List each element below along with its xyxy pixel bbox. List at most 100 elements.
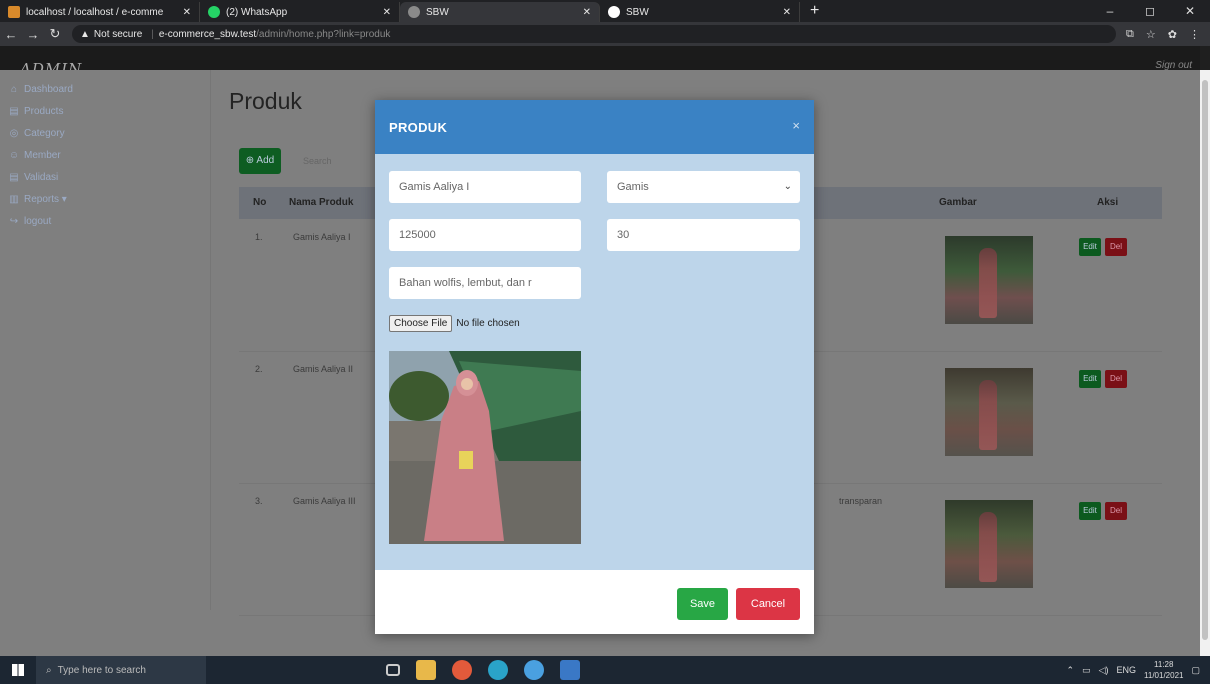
sidebar: ⌂ Dashboard ▤ Products ◎ Category ☺ Memb… [0, 70, 211, 610]
row-no: 2. [255, 364, 263, 374]
sidebar-item-member[interactable]: ☺ Member [0, 144, 210, 166]
address-bar-row: ← → ↻ ▲ Not secure | e-commerce_sbw.test… [0, 22, 1210, 46]
choose-file-button[interactable]: Choose File [389, 315, 453, 332]
network-icon[interactable]: ▭ [1082, 665, 1091, 676]
modal-header: PRODUK × [375, 100, 814, 154]
col-gambar: Gambar [939, 197, 977, 208]
chrome-icon[interactable] [452, 660, 472, 680]
description-input[interactable]: Bahan wolfis, lembut, dan r [389, 267, 581, 299]
translate-icon[interactable]: ⧉ [1126, 28, 1134, 41]
close-tab-icon[interactable]: ✕ [583, 7, 591, 18]
save-button[interactable]: Save [677, 588, 728, 620]
maximize-button[interactable]: ◻ [1130, 0, 1170, 22]
notification-icon[interactable]: ▢ [1191, 665, 1200, 676]
browser-icon[interactable] [524, 660, 544, 680]
stock-input[interactable]: 30 [607, 219, 800, 251]
close-tab-icon[interactable]: ✕ [783, 7, 791, 18]
col-no: No [253, 197, 267, 208]
taskbar-search[interactable]: ⌕ Type here to search [36, 656, 206, 684]
tab-title: SBW [626, 6, 649, 18]
sidebar-item-logout[interactable]: ↪ logout [0, 210, 210, 232]
row-name: Gamis Aaliya II [293, 364, 354, 374]
price-input[interactable]: 125000 [389, 219, 581, 251]
tab-phpmyadmin[interactable]: localhost / localhost / e-comme ✕ [0, 2, 200, 22]
minimize-button[interactable]: – [1090, 0, 1130, 22]
reload-icon[interactable]: ↻ [44, 26, 66, 42]
delete-button[interactable]: Del [1105, 370, 1127, 388]
search-icon: ⌕ [46, 664, 52, 676]
file-status-text: No file chosen [456, 318, 520, 329]
bookmark-star-icon[interactable]: ☆ [1146, 28, 1156, 41]
sidebar-item-dashboard[interactable]: ⌂ Dashboard [0, 78, 210, 100]
delete-button[interactable]: Del [1105, 502, 1127, 520]
scrollbar-thumb[interactable] [1202, 80, 1208, 640]
speaker-icon[interactable]: ◁) [1099, 665, 1109, 676]
edit-button[interactable]: Edit [1079, 238, 1101, 256]
search-input[interactable]: Search [303, 148, 383, 174]
file-explorer-icon[interactable] [416, 660, 436, 680]
edit-button[interactable]: Edit [1079, 370, 1101, 388]
chevron-up-icon[interactable]: ⌃ [1067, 665, 1075, 676]
loading-icon [408, 6, 420, 18]
file-upload-row: Choose File No file chosen [389, 315, 520, 332]
system-tray: ⌃ ▭ ◁) ENG 11:28 11/01/2021 ▢ [1067, 656, 1200, 684]
chevron-down-icon: ⌄ [783, 181, 792, 192]
url-input[interactable]: ▲ Not secure | e-commerce_sbw.test /admi… [72, 25, 1117, 43]
forward-icon[interactable]: → [22, 27, 44, 42]
task-view-icon[interactable] [386, 664, 400, 676]
taskbar-apps [386, 660, 580, 680]
sidebar-item-products[interactable]: ▤ Products [0, 100, 210, 122]
add-product-button[interactable]: ⊕ Add [239, 148, 281, 174]
product-modal: PRODUK × Gamis Aaliya I Gamis ⌄ 125000 3… [375, 100, 814, 634]
tab-sbw-active[interactable]: SBW ✕ [400, 2, 600, 22]
windows-start-icon[interactable] [0, 656, 36, 684]
clock-date: 11/01/2021 [1144, 671, 1184, 680]
edge-icon[interactable] [488, 660, 508, 680]
phpmyadmin-icon [8, 6, 20, 18]
windows-taskbar: ⌕ Type here to search ⌃ ▭ ◁) ENG 11:28 1… [0, 656, 1210, 684]
close-window-button[interactable]: ✕ [1170, 0, 1210, 22]
sidebar-item-reports[interactable]: ▥ Reports ▾ [0, 188, 210, 210]
language-indicator[interactable]: ENG [1117, 665, 1137, 675]
product-thumbnail [945, 236, 1033, 324]
new-tab-button[interactable]: + [800, 2, 829, 22]
close-tab-icon[interactable]: ✕ [383, 7, 391, 18]
col-nama-produk: Nama Produk [289, 197, 354, 208]
tab-whatsapp[interactable]: (2) WhatsApp ✕ [200, 2, 400, 22]
back-icon[interactable]: ← [0, 27, 22, 42]
sidebar-item-label: Dashboard [24, 83, 73, 95]
store-icon[interactable] [560, 660, 580, 680]
close-icon[interactable]: × [792, 118, 800, 133]
category-select[interactable]: Gamis ⌄ [607, 171, 800, 203]
page-scrollbar[interactable] [1200, 70, 1210, 656]
taskbar-search-placeholder: Type here to search [57, 664, 146, 676]
cancel-button[interactable]: Cancel [736, 588, 800, 620]
globe-icon [608, 6, 620, 18]
clock-time: 11:28 [1154, 660, 1174, 669]
row-name: Gamis Aaliya I [293, 232, 351, 242]
product-name-input[interactable]: Gamis Aaliya I [389, 171, 581, 203]
sidebar-item-category[interactable]: ◎ Category [0, 122, 210, 144]
member-icon: ☺ [8, 149, 20, 161]
sidebar-item-validasi[interactable]: ▤ Validasi [0, 166, 210, 188]
home-icon: ⌂ [10, 83, 18, 95]
sidebar-item-label: Member [24, 149, 61, 161]
delete-button[interactable]: Del [1105, 238, 1127, 256]
window-controls: – ◻ ✕ [1090, 0, 1210, 22]
url-host: e-commerce_sbw.test [158, 28, 257, 40]
sidebar-item-label: Products [24, 105, 64, 117]
row-no: 3. [255, 496, 263, 506]
tab-sbw[interactable]: SBW ✕ [600, 2, 800, 22]
reports-icon: ▥ [9, 193, 19, 205]
edit-button[interactable]: Edit [1079, 502, 1101, 520]
clock[interactable]: 11:28 11/01/2021 [1144, 659, 1183, 681]
close-tab-icon[interactable]: ✕ [183, 7, 191, 18]
menu-icon[interactable]: ⋮ [1189, 28, 1200, 41]
col-aksi: Aksi [1097, 197, 1119, 208]
sidebar-item-label: logout [24, 215, 52, 227]
browser-tab-bar: localhost / localhost / e-comme ✕ (2) Wh… [0, 0, 1210, 22]
url-path: /admin/home.php?link=produk [256, 28, 391, 40]
product-photo-preview [389, 351, 581, 544]
product-thumbnail [945, 368, 1033, 456]
extensions-icon[interactable]: ✿ [1168, 28, 1177, 41]
